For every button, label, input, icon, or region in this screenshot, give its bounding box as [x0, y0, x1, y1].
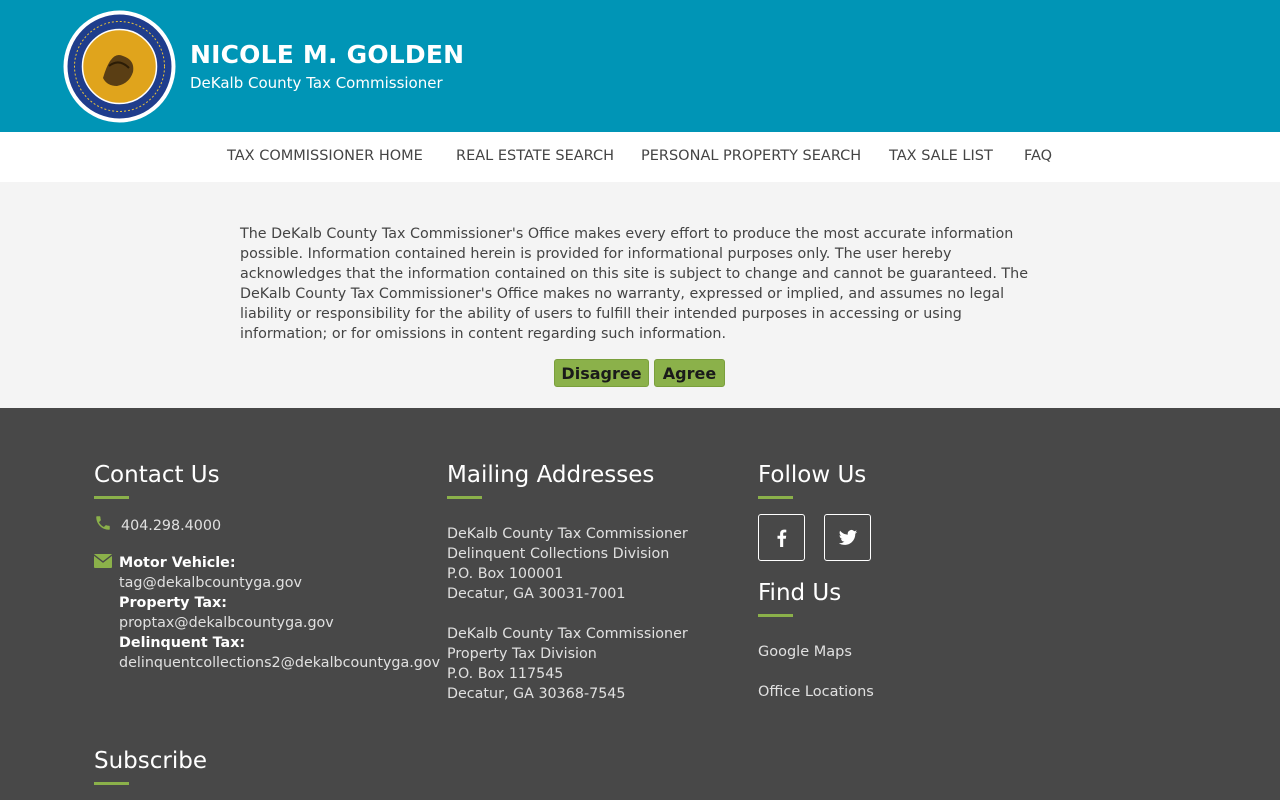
nav-tax-sale-list[interactable]: TAX SALE LIST: [889, 148, 993, 164]
email-link-delinquent-tax[interactable]: delinquentcollections2@dekalbcountyga.go…: [119, 653, 440, 673]
address-line: P.O. Box 100001: [447, 566, 564, 582]
main-nav: TAX COMMISSIONER HOME REAL ESTATE SEARCH…: [0, 132, 1280, 182]
facebook-icon: [777, 529, 787, 547]
twitter-icon: [838, 530, 858, 545]
contact-phone[interactable]: 404.298.4000: [121, 516, 221, 536]
follow-heading-underline: [758, 496, 793, 499]
mailing-heading-underline: [447, 496, 482, 499]
site-subtitle: DeKalb County Tax Commissioner: [190, 74, 443, 92]
contact-heading: Contact Us: [94, 462, 220, 488]
find-heading-underline: [758, 614, 793, 617]
nav-real-estate-search[interactable]: REAL ESTATE SEARCH: [456, 148, 614, 164]
follow-heading: Follow Us: [758, 462, 867, 488]
county-seal-icon[interactable]: [63, 10, 176, 123]
facebook-button[interactable]: [758, 514, 805, 561]
email-link-property-tax[interactable]: proptax@dekalbcountyga.gov: [119, 613, 440, 633]
site-header: NICOLE M. GOLDEN DeKalb County Tax Commi…: [0, 0, 1280, 132]
disclaimer-section: The DeKalb County Tax Commissioner's Off…: [0, 182, 1280, 408]
google-maps-link[interactable]: Google Maps: [758, 644, 852, 660]
agree-button[interactable]: Agree: [654, 359, 725, 387]
mailing-heading: Mailing Addresses: [447, 462, 655, 488]
email-label-motor-vehicle: Motor Vehicle:: [119, 555, 236, 571]
nav-tax-commissioner-home[interactable]: TAX COMMISSIONER HOME: [227, 148, 423, 164]
nav-personal-property-search[interactable]: PERSONAL PROPERTY SEARCH: [641, 148, 861, 164]
address-line: P.O. Box 117545: [447, 666, 564, 682]
address-line: Delinquent Collections Division: [447, 546, 670, 562]
email-label-property-tax: Property Tax:: [119, 595, 227, 611]
address-line: Decatur, GA 30368-7545: [447, 686, 626, 702]
find-heading: Find Us: [758, 580, 842, 606]
email-link-motor-vehicle[interactable]: tag@dekalbcountyga.gov: [119, 573, 440, 593]
address-line: Property Tax Division: [447, 646, 597, 662]
subscribe-heading-underline: [94, 782, 129, 785]
phone-icon: [96, 516, 110, 530]
site-footer: Contact Us 404.298.4000 Motor Vehicle: t…: [0, 408, 1280, 800]
address-line: Decatur, GA 30031-7001: [447, 586, 626, 602]
site-title: NICOLE M. GOLDEN: [190, 40, 465, 69]
nav-faq[interactable]: FAQ: [1024, 148, 1052, 164]
mailing-address-delinquent: DeKalb County Tax Commissioner Delinquen…: [447, 524, 688, 604]
disclaimer-text: The DeKalb County Tax Commissioner's Off…: [240, 226, 1029, 342]
mailing-address-property: DeKalb County Tax Commissioner Property …: [447, 624, 688, 704]
disagree-button[interactable]: Disagree: [554, 359, 649, 387]
address-line: DeKalb County Tax Commissioner: [447, 626, 688, 642]
subscribe-heading: Subscribe: [94, 748, 208, 774]
twitter-button[interactable]: [824, 514, 871, 561]
office-locations-link[interactable]: Office Locations: [758, 684, 874, 700]
contact-emails: Motor Vehicle: tag@dekalbcountyga.gov Pr…: [119, 553, 440, 673]
email-label-delinquent-tax: Delinquent Tax:: [119, 635, 246, 651]
contact-heading-underline: [94, 496, 129, 499]
address-line: DeKalb County Tax Commissioner: [447, 526, 688, 542]
envelope-icon: [94, 554, 112, 568]
